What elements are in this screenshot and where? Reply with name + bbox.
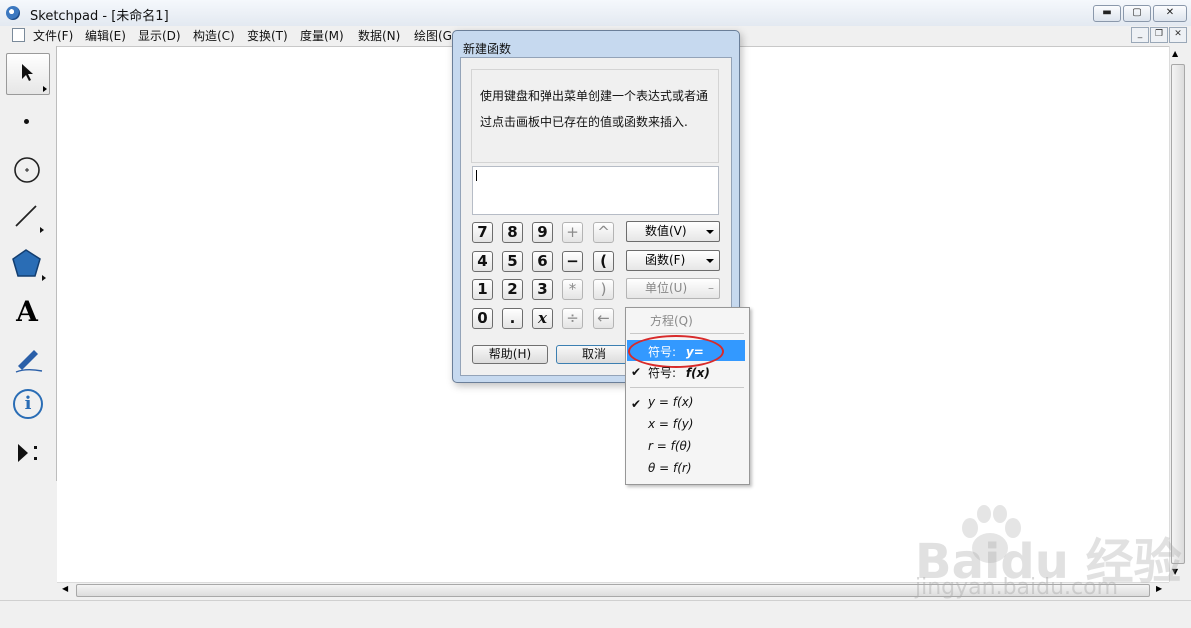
menu-item-x-fy[interactable]: x = f(y) (648, 417, 693, 431)
information-icon: i (13, 389, 43, 419)
doc-close-button[interactable]: ✕ (1169, 27, 1187, 43)
dash-icon: – (708, 281, 714, 295)
symbol-fx-label: 符号: (648, 366, 677, 380)
window-title: Sketchpad - [未命名1] (30, 9, 169, 24)
key-open-paren[interactable]: ( (593, 251, 614, 272)
menu-item-r-ftheta[interactable]: r = f(θ) (648, 439, 692, 453)
key-power[interactable]: ^ (593, 222, 614, 243)
chevron-down-icon (706, 259, 714, 263)
polygon-tool[interactable] (6, 244, 48, 284)
key-2[interactable]: 2 (502, 279, 523, 300)
point-tool[interactable] (6, 101, 48, 141)
status-bar (0, 600, 1191, 628)
menu-display[interactable]: 显示(D) (138, 27, 181, 44)
polygon-icon (12, 249, 46, 281)
menu-item-y-fx[interactable]: y = f(x) (648, 395, 693, 409)
text-caret (476, 170, 477, 181)
key-plus[interactable]: + (562, 222, 583, 243)
minimize-button[interactable]: ▬ (1093, 5, 1121, 22)
key-x[interactable]: x (532, 308, 553, 329)
straightedge-icon (15, 205, 44, 233)
key-7[interactable]: 7 (472, 222, 493, 243)
menu-data[interactable]: 数据(N) (358, 27, 400, 44)
unit-dropdown-label: 单位(U) (645, 281, 688, 295)
key-8[interactable]: 8 (502, 222, 523, 243)
key-decimal[interactable]: . (502, 308, 523, 329)
key-multiply[interactable]: * (562, 279, 583, 300)
menu-item-symbol-fx[interactable]: 符号: f(x) (648, 364, 710, 381)
key-9[interactable]: 9 (532, 222, 553, 243)
scroll-up-arrow-icon[interactable]: ▲ (1172, 49, 1178, 58)
key-backspace-icon[interactable]: ← (593, 308, 614, 329)
menu-measure[interactable]: 度量(M) (300, 27, 344, 44)
menu-transform[interactable]: 变换(T) (247, 27, 288, 44)
straightedge-tool[interactable] (6, 196, 48, 236)
document-icon[interactable] (12, 28, 25, 42)
custom-tools-tool[interactable] (6, 432, 48, 472)
function-dropdown-label: 函数(F) (645, 253, 686, 267)
function-dropdown[interactable]: 函数(F) (626, 250, 720, 271)
doc-minimize-button[interactable]: _ (1131, 27, 1149, 43)
key-1[interactable]: 1 (472, 279, 493, 300)
chevron-down-icon (706, 230, 714, 234)
key-close-paren[interactable]: ) (593, 279, 614, 300)
text-icon[interactable]: A (6, 292, 48, 332)
menu-edit[interactable]: 编辑(E) (85, 27, 126, 44)
maximize-button[interactable]: ▢ (1123, 5, 1151, 22)
doc-restore-button[interactable]: ❐ (1150, 27, 1168, 43)
custom-tools-icon (18, 444, 37, 462)
select-arrow-tool[interactable] (6, 53, 50, 95)
menu-item-theta-fr[interactable]: θ = f(r) (648, 461, 692, 475)
sketchpad-app-icon (6, 6, 20, 20)
title-bar (0, 0, 1191, 26)
compass-tool[interactable] (6, 149, 48, 189)
cancel-button[interactable]: 取消 (556, 345, 632, 364)
close-button[interactable]: ✕ (1153, 5, 1187, 22)
point-icon (24, 119, 29, 124)
value-dropdown[interactable]: 数值(V) (626, 221, 720, 242)
value-dropdown-label: 数值(V) (645, 224, 687, 238)
key-3[interactable]: 3 (532, 279, 553, 300)
information-tool[interactable]: i (6, 385, 48, 425)
help-button[interactable]: 帮助(H) (472, 345, 548, 364)
description-text: 使用键盘和弹出菜单创建一个表达式或者通 过点击画板中已存在的值或函数来插入. (480, 89, 709, 129)
symbol-fx-value: f(x) (685, 366, 710, 380)
key-0[interactable]: 0 (472, 308, 493, 329)
check-icon: ✔ (631, 397, 642, 411)
menu-graph[interactable]: 绘图(G (414, 27, 452, 44)
key-6[interactable]: 6 (532, 251, 553, 272)
menu-separator (630, 387, 744, 388)
check-icon: ✔ (631, 365, 642, 379)
key-minus[interactable]: − (562, 251, 583, 272)
scroll-left-arrow-icon[interactable]: ◀ (62, 584, 68, 593)
menu-file[interactable]: 文件(F) (33, 27, 73, 44)
compass-icon (14, 157, 40, 183)
expression-input[interactable] (472, 166, 719, 215)
watermark-url: jingyan.baidu.com (915, 575, 1119, 600)
marker-icon (15, 350, 43, 373)
key-4[interactable]: 4 (472, 251, 493, 272)
vertical-scroll-thumb[interactable] (1171, 64, 1185, 564)
key-divide[interactable]: ÷ (562, 308, 583, 329)
select-arrow-icon (22, 64, 33, 81)
key-5[interactable]: 5 (502, 251, 523, 272)
dialog-title: 新建函数 (463, 42, 512, 56)
menu-separator (630, 333, 744, 334)
marker-tool[interactable] (6, 338, 48, 378)
menu-construct[interactable]: 构造(C) (193, 27, 235, 44)
menu-item-equation[interactable]: 方程(Q) (650, 312, 693, 329)
unit-dropdown[interactable]: 单位(U) – (626, 278, 720, 299)
